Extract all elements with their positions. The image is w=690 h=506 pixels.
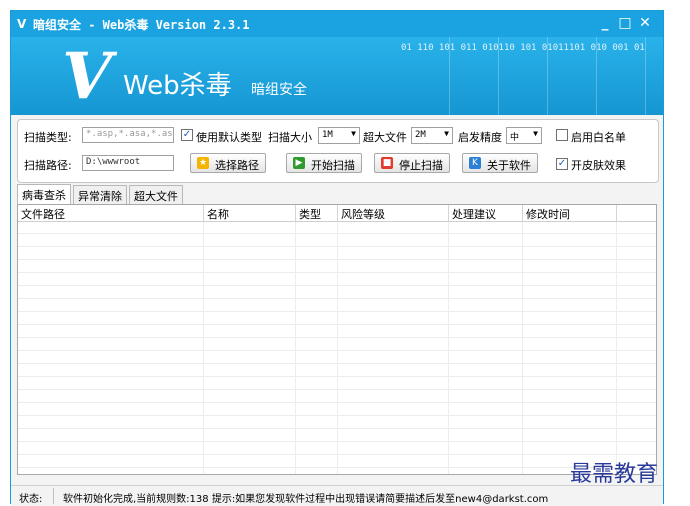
- play-icon: ▶: [293, 157, 305, 169]
- table-header: 文件路径 名称 类型 风险等级 处理建议 修改时间: [18, 205, 656, 222]
- large-file-value: 2M: [415, 130, 426, 140]
- tab-large-files[interactable]: 超大文件: [129, 185, 183, 204]
- banner-logo-icon: V: [62, 39, 112, 114]
- results-table[interactable]: 文件路径 名称 类型 风险等级 处理建议 修改时间: [17, 204, 657, 475]
- header-banner: 01 110 101 011 010110 101 01011101 010 0…: [11, 37, 663, 115]
- binary-text: 01 110 101 011 010110 101 01011101 010 0…: [401, 43, 645, 53]
- info-icon: K: [469, 157, 481, 169]
- column-divider: [448, 221, 449, 474]
- close-button[interactable]: ✕: [637, 15, 653, 31]
- chevron-down-icon: ▼: [533, 129, 538, 138]
- column-header-modified[interactable]: 修改时间: [523, 205, 617, 221]
- default-type-checkbox[interactable]: ✓: [181, 129, 193, 141]
- column-divider: [337, 221, 338, 474]
- large-file-select[interactable]: 2M ▼: [411, 127, 453, 144]
- column-header-type[interactable]: 类型: [296, 205, 338, 221]
- about-button[interactable]: K 关于软件: [462, 153, 538, 173]
- title-bar[interactable]: V 暗组安全 - Web杀毒 Version 2.3.1 _ □ ✕: [11, 11, 663, 37]
- start-scan-button[interactable]: ▶ 开始扫描: [286, 153, 362, 173]
- heuristic-label: 启发精度: [458, 131, 502, 144]
- minimize-button[interactable]: _: [597, 15, 613, 31]
- column-divider: [616, 221, 617, 474]
- default-type-label: 使用默认类型: [196, 131, 262, 144]
- status-label: 状态:: [19, 494, 43, 505]
- main-window: V 暗组安全 - Web杀毒 Version 2.3.1 _ □ ✕ 01 11…: [10, 10, 664, 506]
- large-file-label: 超大文件: [363, 131, 407, 144]
- scan-type-label: 扫描类型:: [24, 131, 72, 144]
- column-header-risk[interactable]: 风险等级: [338, 205, 449, 221]
- status-text: 软件初始化完成,当前规则数:138 提示:如果您发现软件过程中出现错误请简要描述…: [63, 494, 549, 505]
- app-logo-icon: V: [17, 17, 27, 31]
- tab-virus-scan[interactable]: 病毒查杀: [17, 184, 71, 205]
- scan-size-value: 1M: [322, 130, 333, 140]
- tab-anomaly-clean[interactable]: 异常清除: [73, 185, 127, 204]
- stop-icon: ■: [381, 157, 393, 169]
- scan-path-label: 扫描路径:: [24, 159, 72, 172]
- chevron-down-icon: ▼: [444, 129, 449, 138]
- column-header-advice[interactable]: 处理建议: [449, 205, 523, 221]
- stop-scan-label: 停止扫描: [399, 159, 443, 172]
- status-bar: 状态: 软件初始化完成,当前规则数:138 提示:如果您发现软件过程中出现错误请…: [11, 485, 663, 506]
- scan-options-panel: 扫描类型: *.asp,*.asa,*.as ✓ 使用默认类型 扫描大小 1M ▼…: [17, 119, 659, 183]
- stop-scan-button[interactable]: ■ 停止扫描: [374, 153, 450, 173]
- whitelist-label: 启用白名单: [571, 131, 626, 144]
- start-scan-label: 开始扫描: [311, 159, 355, 172]
- banner-title: Web杀毒: [123, 71, 232, 101]
- column-header-path[interactable]: 文件路径: [18, 205, 204, 221]
- heuristic-value: 中: [510, 133, 520, 143]
- scan-size-label: 扫描大小: [268, 131, 312, 144]
- scan-type-input[interactable]: *.asp,*.asa,*.as: [82, 127, 174, 143]
- column-divider: [295, 221, 296, 474]
- column-header-name[interactable]: 名称: [204, 205, 296, 221]
- banner-subtitle: 暗组安全: [251, 82, 307, 98]
- window-title: 暗组安全 - Web杀毒 Version 2.3.1: [33, 18, 250, 32]
- about-label: 关于软件: [487, 159, 531, 172]
- scan-size-select[interactable]: 1M ▼: [318, 127, 360, 144]
- skin-checkbox[interactable]: ✓: [556, 158, 568, 170]
- watermark-text: 最需教育: [570, 462, 659, 487]
- status-divider: [53, 488, 54, 504]
- maximize-button[interactable]: □: [617, 15, 633, 31]
- chevron-down-icon: ▼: [351, 129, 356, 138]
- column-divider: [522, 221, 523, 474]
- column-divider: [203, 221, 204, 474]
- whitelist-checkbox[interactable]: [556, 129, 568, 141]
- choose-path-label: 选择路径: [215, 159, 259, 172]
- skin-label: 开皮肤效果: [571, 159, 626, 172]
- star-icon: ★: [197, 157, 209, 169]
- heuristic-select[interactable]: 中 ▼: [506, 127, 542, 144]
- scan-path-input[interactable]: D:\wwwroot: [82, 155, 174, 171]
- choose-path-button[interactable]: ★ 选择路径: [190, 153, 266, 173]
